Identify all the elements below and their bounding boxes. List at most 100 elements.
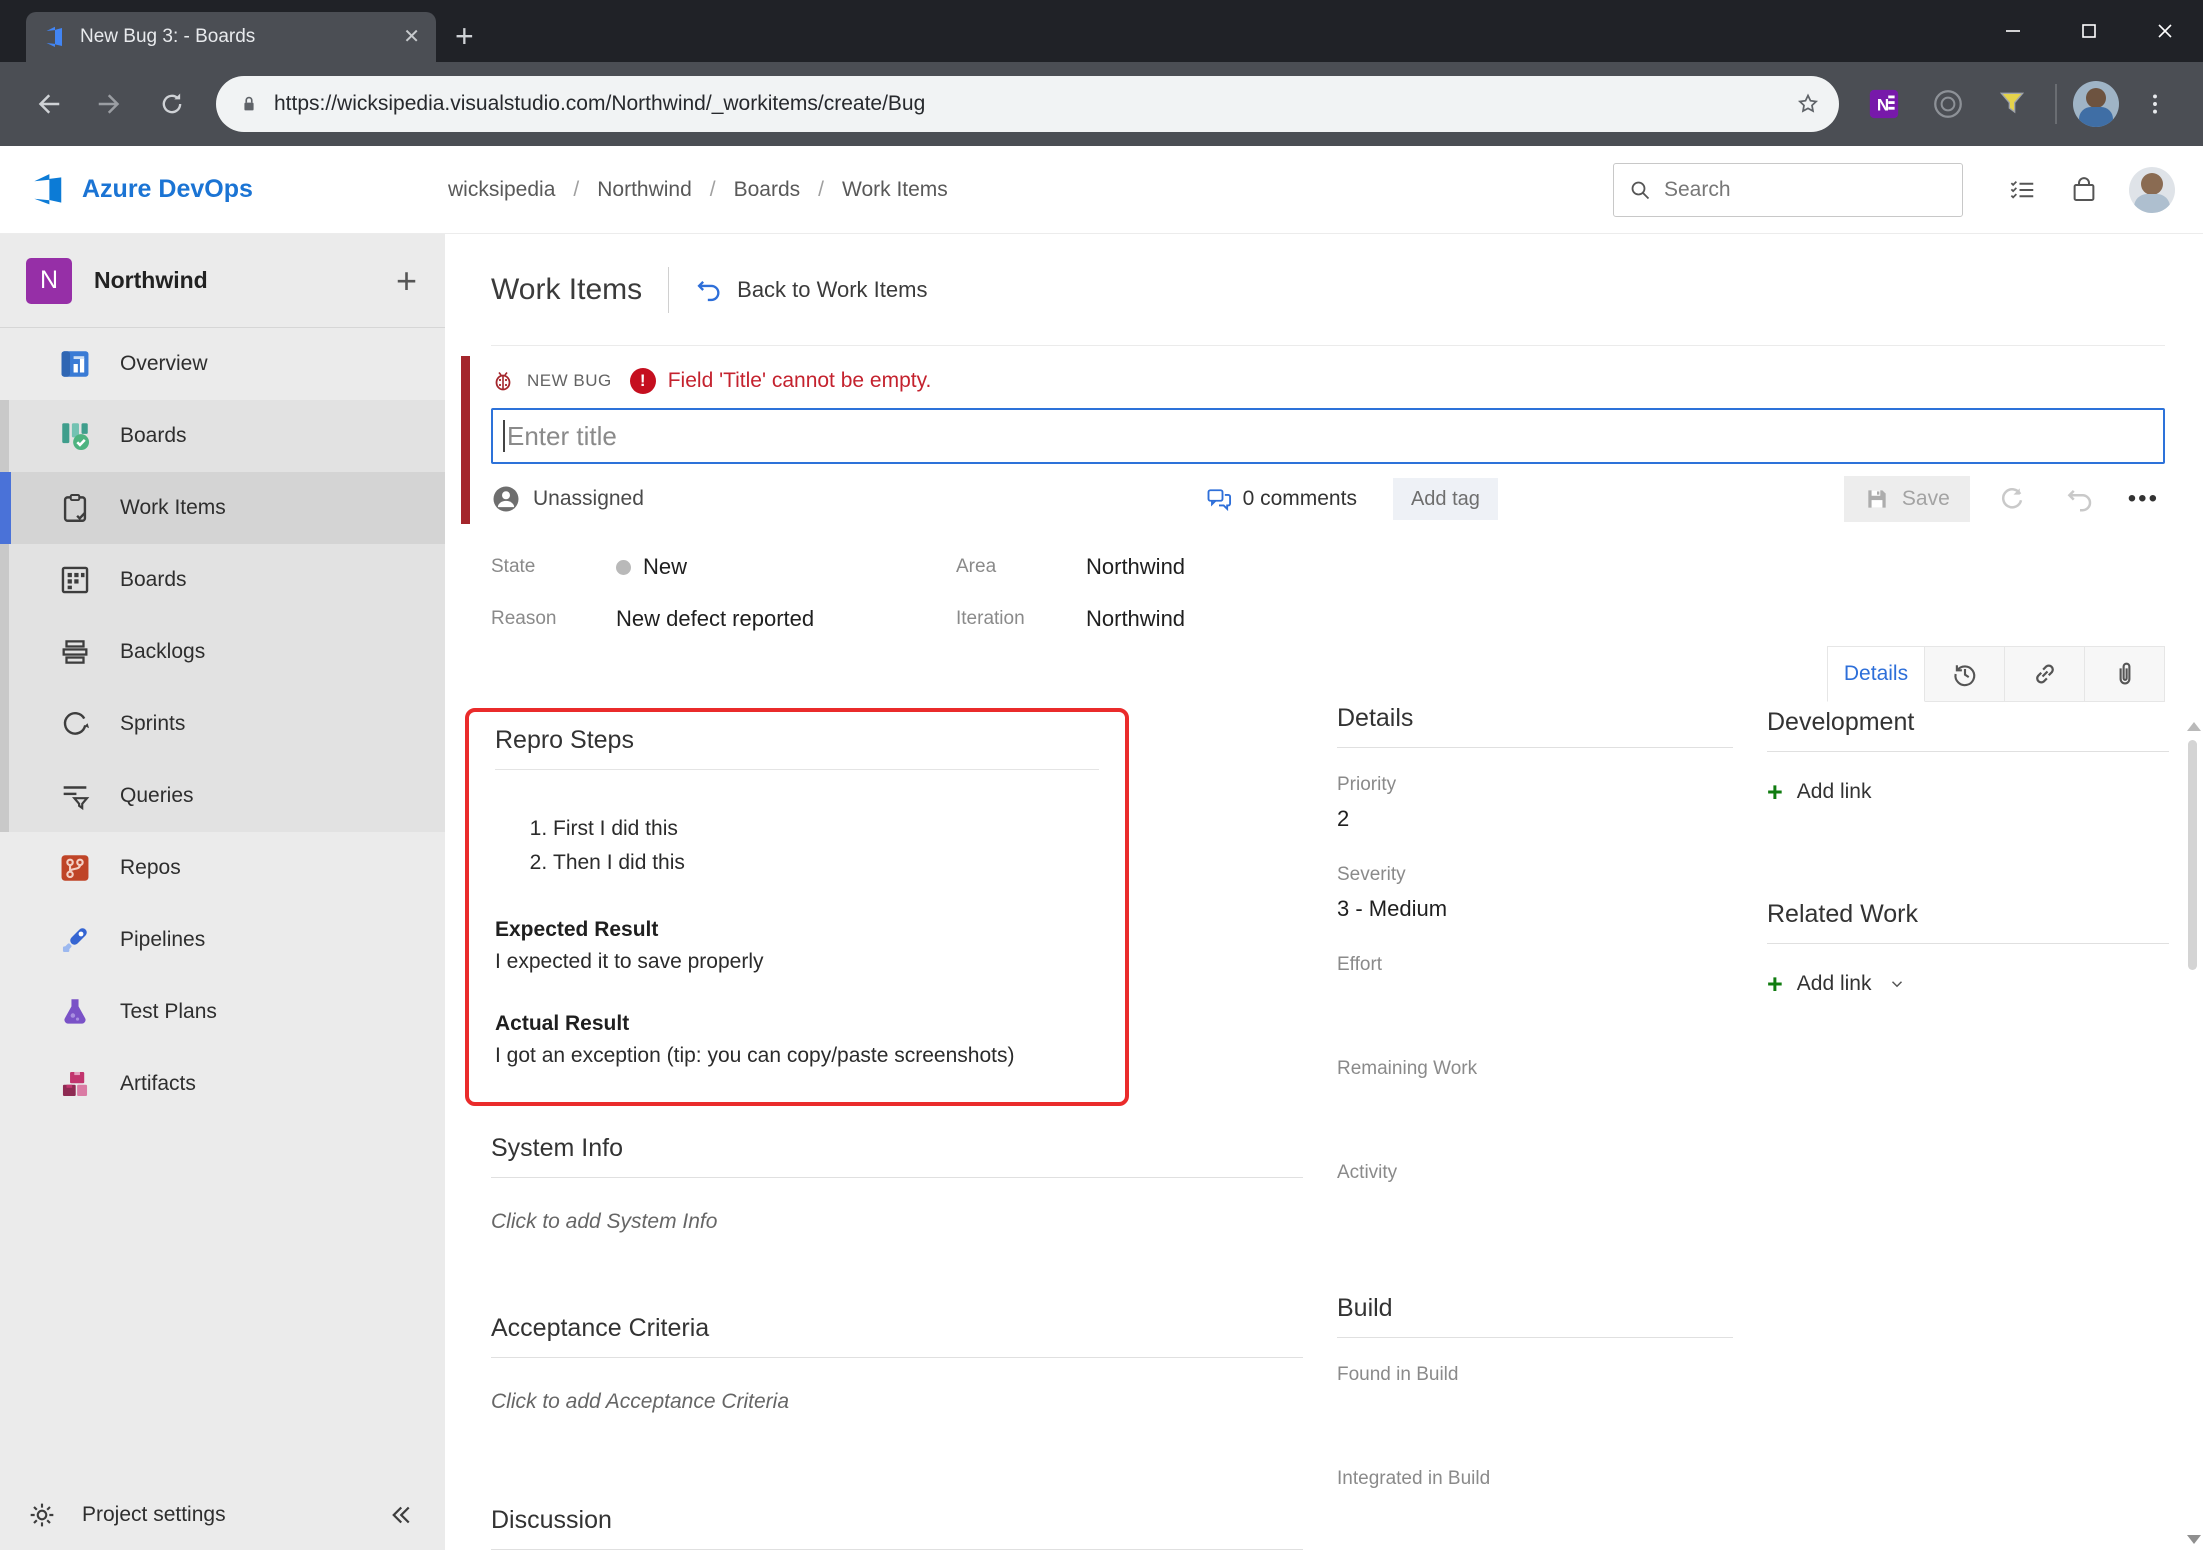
sidebar-item-work-items[interactable]: Work Items	[0, 472, 445, 544]
new-tab-icon[interactable]: +	[455, 18, 474, 54]
text-caret	[503, 420, 505, 452]
search-input[interactable]	[1664, 178, 1948, 202]
sidebar-item-boards-hub[interactable]: Boards	[0, 400, 445, 472]
save-button[interactable]: Save	[1844, 476, 1970, 522]
maximize-icon[interactable]	[2051, 0, 2127, 62]
form-scrollbar[interactable]	[2185, 722, 2201, 1544]
tab-details[interactable]: Details	[1827, 646, 1925, 702]
sidebar-item-overview[interactable]: Overview	[0, 328, 445, 400]
sidebar-item-boards[interactable]: Boards	[0, 544, 445, 616]
paperclip-icon	[2110, 659, 2140, 689]
sidebar-item-test-plans[interactable]: Test Plans	[0, 976, 445, 1048]
refresh-icon[interactable]	[1986, 476, 2038, 522]
found-in-build-value[interactable]	[1337, 1396, 1733, 1442]
remaining-work-label: Remaining Work	[1337, 1058, 1733, 1080]
title-input[interactable]	[491, 408, 2165, 464]
scroll-up-icon[interactable]	[2187, 722, 2201, 731]
expected-result-text[interactable]: I expected it to save properly	[495, 950, 1099, 974]
minimize-icon[interactable]	[1975, 0, 2051, 62]
add-tag-button[interactable]: Add tag	[1393, 478, 1498, 520]
remaining-work-value[interactable]	[1337, 1090, 1733, 1136]
close-icon[interactable]	[2127, 0, 2203, 62]
save-icon	[1864, 486, 1890, 512]
lock-icon	[238, 93, 260, 115]
forward-icon[interactable]	[84, 78, 136, 130]
search-box[interactable]	[1613, 163, 1963, 217]
header-avatar[interactable]	[2129, 167, 2175, 213]
artifacts-icon	[58, 1067, 92, 1101]
tasklist-icon[interactable]	[1991, 163, 2053, 217]
repro-step: Then I did this	[553, 846, 1099, 880]
brand[interactable]: Azure DevOps	[28, 171, 448, 209]
assignee-picker[interactable]: Unassigned	[491, 484, 1189, 514]
tab-attachments[interactable]	[2085, 646, 2165, 702]
sidebar-item-label: Sprints	[120, 712, 185, 736]
back-to-work-items-link[interactable]: Back to Work Items	[695, 276, 927, 304]
system-info-field[interactable]: Click to add System Info	[491, 1210, 1303, 1234]
onenote-extension-icon[interactable]: N	[1857, 77, 1911, 131]
extension-icon[interactable]	[1921, 77, 1975, 131]
integrated-in-build-value[interactable]	[1337, 1500, 1733, 1546]
sidebar-item-repos[interactable]: Repos	[0, 832, 445, 904]
back-icon[interactable]	[22, 78, 74, 130]
repro-steps-list[interactable]: First I did this Then I did this	[525, 812, 1099, 880]
sidebar-item-pipelines[interactable]: Pipelines	[0, 904, 445, 976]
state-label: State	[491, 556, 616, 578]
tab-close-icon[interactable]: ✕	[403, 27, 420, 47]
marketplace-bag-icon[interactable]	[2053, 163, 2115, 217]
project-name: Northwind	[94, 267, 374, 294]
tab-history[interactable]	[1925, 646, 2005, 702]
column-links: Development + Add link Related Work + Ad…	[1767, 704, 2169, 1550]
undo-icon[interactable]	[2054, 476, 2106, 522]
sidebar-item-queries[interactable]: Queries	[0, 760, 445, 832]
breadcrumb-work-items[interactable]: Work Items	[842, 178, 948, 202]
activity-value[interactable]	[1337, 1194, 1733, 1240]
breadcrumb-org[interactable]: wicksipedia	[448, 178, 555, 202]
development-add-link[interactable]: + Add link	[1767, 780, 2169, 804]
funnel-extension-icon[interactable]	[1985, 77, 2039, 131]
expected-result-label: Expected Result	[495, 918, 1099, 942]
main-content: Work Items Back to Work Items NEW BUG ! …	[445, 234, 2203, 1550]
browser-tab[interactable]: New Bug 3: - Boards ✕	[26, 12, 436, 62]
project-avatar: N	[26, 258, 72, 304]
breadcrumb: wicksipedia/ Northwind/ Boards/ Work Ite…	[448, 178, 1613, 202]
app-header: Azure DevOps wicksipedia/ Northwind/ Boa…	[0, 146, 2203, 234]
state-value[interactable]: New	[616, 554, 956, 580]
sidebar-item-sprints[interactable]: Sprints	[0, 688, 445, 760]
scroll-down-icon[interactable]	[2187, 1535, 2201, 1544]
collapse-icon[interactable]	[385, 1500, 415, 1530]
sidebar-item-backlogs[interactable]: Backlogs	[0, 616, 445, 688]
sidebar-item-label: Queries	[120, 784, 194, 808]
details-title: Details	[1337, 704, 1733, 748]
reload-icon[interactable]	[146, 78, 198, 130]
comments-button[interactable]: 0 comments	[1205, 485, 1357, 513]
url-bar[interactable]: https://wicksipedia.visualstudio.com/Nor…	[216, 76, 1839, 132]
scrollbar-thumb[interactable]	[2188, 740, 2197, 970]
priority-value[interactable]: 2	[1337, 806, 1733, 838]
acceptance-criteria-field[interactable]: Click to add Acceptance Criteria	[491, 1390, 1303, 1414]
effort-value[interactable]	[1337, 986, 1733, 1032]
more-actions-icon[interactable]: •••	[2122, 485, 2165, 513]
system-info-title: System Info	[491, 1134, 1303, 1178]
actual-result-text[interactable]: I got an exception (tip: you can copy/pa…	[495, 1044, 1099, 1068]
bookmark-star-icon[interactable]	[1795, 91, 1821, 117]
breadcrumb-boards[interactable]: Boards	[734, 178, 801, 202]
sidebar-item-artifacts[interactable]: Artifacts	[0, 1048, 445, 1120]
browser-menu-icon[interactable]	[2129, 78, 2181, 130]
page-title: Work Items	[491, 273, 642, 307]
work-item-tabs: Details	[491, 646, 2165, 702]
project-row[interactable]: N Northwind +	[0, 234, 445, 328]
tab-links[interactable]	[2005, 646, 2085, 702]
sidebar-item-project-settings[interactable]: Project settings	[0, 1480, 445, 1550]
severity-value[interactable]: 3 - Medium	[1337, 896, 1733, 928]
sidebar-item-label: Backlogs	[120, 640, 205, 664]
iteration-value[interactable]: Northwind	[1086, 606, 2165, 632]
search-icon	[1628, 178, 1652, 202]
add-project-icon[interactable]: +	[396, 266, 417, 296]
area-value[interactable]: Northwind	[1086, 554, 2165, 580]
reason-value[interactable]: New defect reported	[616, 606, 956, 632]
breadcrumb-project[interactable]: Northwind	[597, 178, 692, 202]
browser-avatar[interactable]	[2073, 81, 2119, 127]
related-work-add-link[interactable]: + Add link	[1767, 972, 2169, 996]
url-text[interactable]: https://wicksipedia.visualstudio.com/Nor…	[274, 92, 1781, 116]
